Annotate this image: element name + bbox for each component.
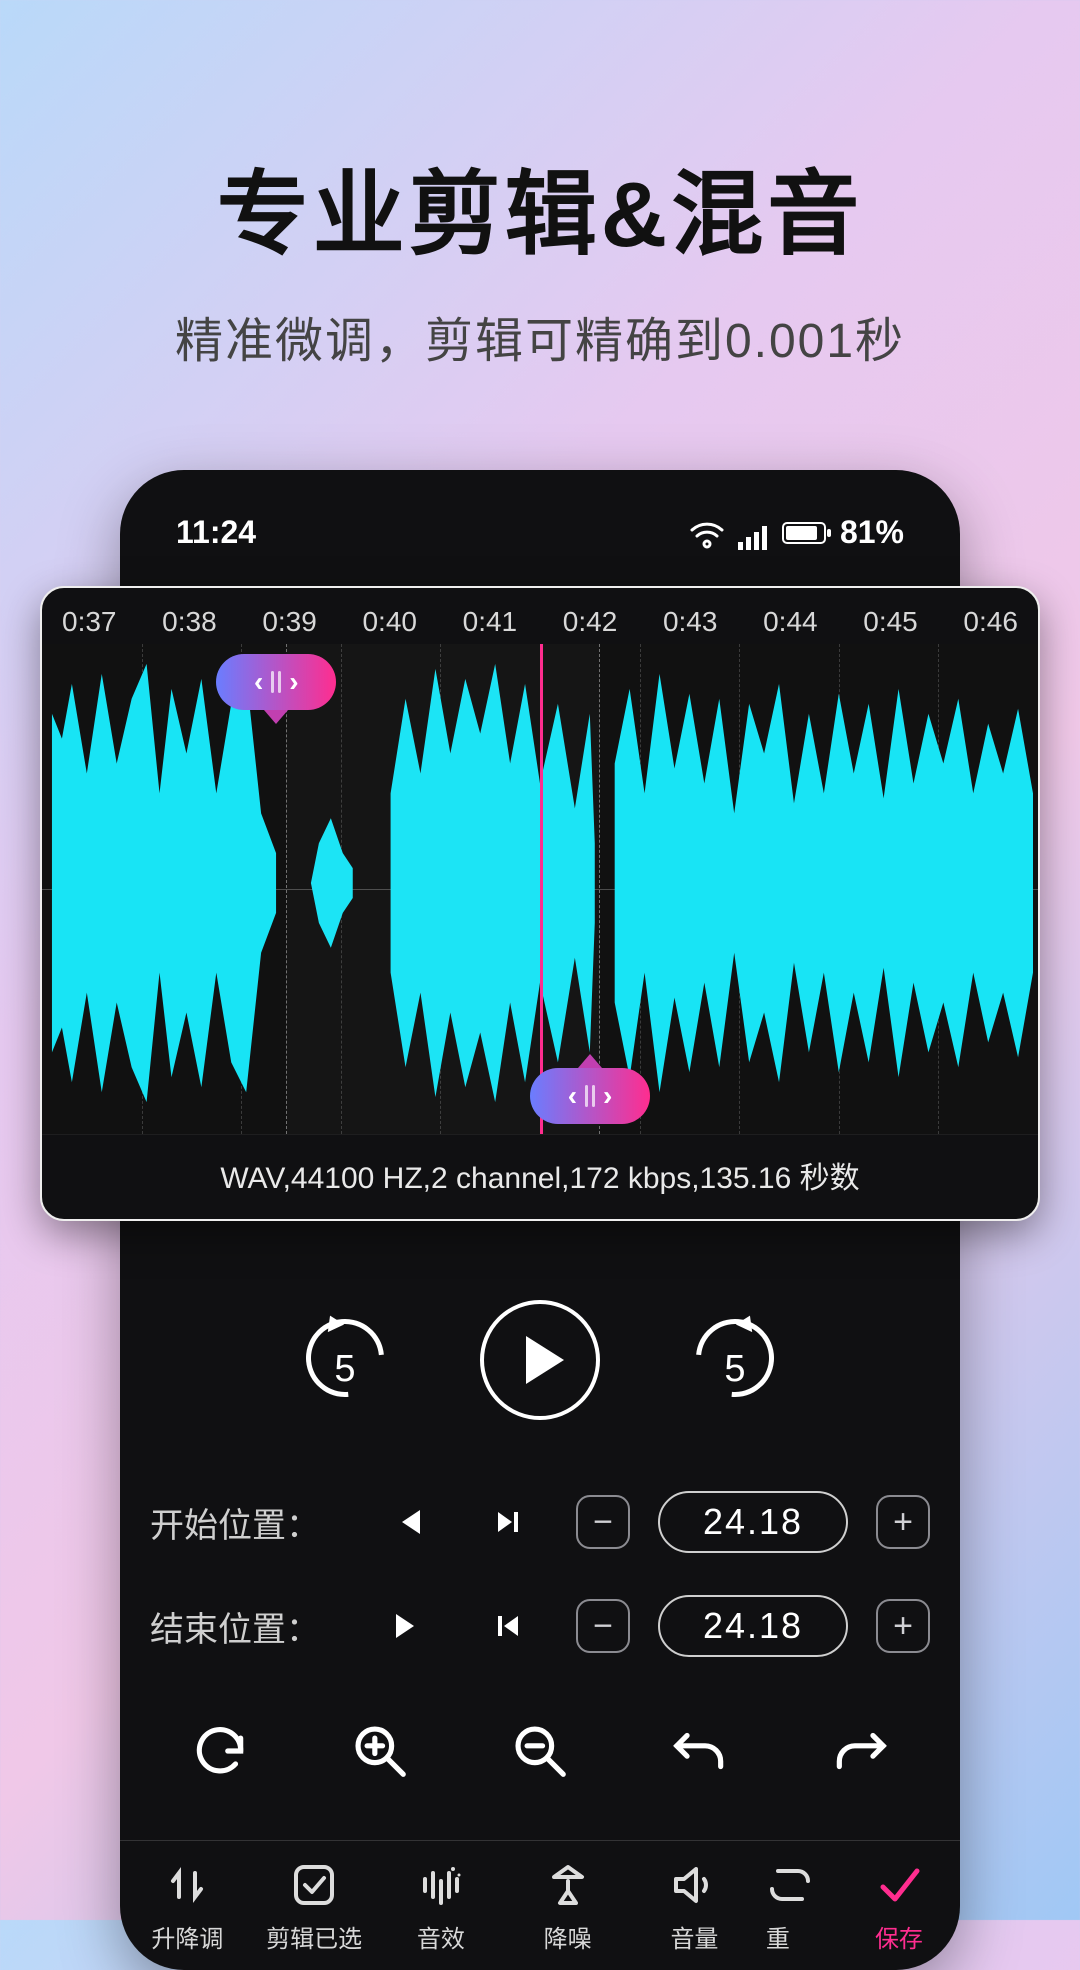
chevron-right-icon: ›	[281, 666, 306, 698]
end-position-row: 结束位置： − 24.18 +	[150, 1574, 930, 1678]
playhead[interactable]	[540, 644, 543, 1134]
zoom-out-icon[interactable]	[509, 1720, 571, 1782]
tab-save[interactable]: 保存	[842, 1861, 956, 1954]
start-increment-button[interactable]: +	[876, 1495, 930, 1549]
time-tick: 0:39	[262, 606, 317, 638]
rewind-5-button[interactable]: 5	[300, 1315, 390, 1405]
selection-start-handle[interactable]: ‹ ›	[216, 654, 336, 710]
time-tick: 0:44	[763, 606, 818, 638]
time-tick: 0:45	[863, 606, 918, 638]
end-position-value[interactable]: 24.18	[658, 1595, 848, 1657]
reset-zoom-icon[interactable]	[189, 1720, 251, 1782]
chevron-right-icon: ›	[595, 1080, 620, 1112]
waveform-panel: 0:37 0:38 0:39 0:40 0:41 0:42 0:43 0:44 …	[40, 586, 1040, 1221]
tab-label: 音量	[670, 1919, 718, 1954]
tab-label: 保存	[875, 1919, 923, 1954]
edit-tools-row	[120, 1720, 960, 1782]
start-decrement-button[interactable]: −	[576, 1495, 630, 1549]
play-button[interactable]	[480, 1300, 600, 1420]
check-icon	[875, 1861, 923, 1909]
tab-volume[interactable]: 音量	[631, 1861, 758, 1954]
battery-icon	[782, 522, 826, 544]
tab-repeat-partial[interactable]: 重	[758, 1861, 842, 1954]
tab-trim-selected[interactable]: 剪辑已选	[251, 1861, 378, 1954]
zoom-in-icon[interactable]	[349, 1720, 411, 1782]
tab-label: 降噪	[544, 1919, 592, 1954]
tab-denoise[interactable]: 降噪	[504, 1861, 631, 1954]
time-ruler: 0:37 0:38 0:39 0:40 0:41 0:42 0:43 0:44 …	[42, 588, 1038, 644]
time-tick: 0:42	[563, 606, 618, 638]
end-increment-button[interactable]: +	[876, 1599, 930, 1653]
time-tick: 0:37	[62, 606, 117, 638]
promo-subtitle: 精准微调，剪辑可精确到0.001秒	[175, 301, 905, 371]
volume-icon	[670, 1861, 718, 1909]
time-tick: 0:41	[463, 606, 518, 638]
jump-to-start-icon[interactable]	[388, 1502, 428, 1542]
signal-icon	[738, 521, 768, 545]
nudge-end-left-icon[interactable]	[488, 1606, 528, 1646]
undo-icon[interactable]	[669, 1720, 731, 1782]
time-tick: 0:40	[362, 606, 417, 638]
forward-5-button[interactable]: 5	[690, 1315, 780, 1405]
nudge-start-right-icon[interactable]	[488, 1502, 528, 1542]
tab-label: 重	[766, 1919, 790, 1954]
chevron-left-icon: ‹	[246, 666, 271, 698]
jump-to-end-icon[interactable]	[388, 1606, 428, 1646]
bottom-tab-bar: 升降调 剪辑已选 音效 降噪 音量 重 保存	[120, 1840, 960, 1954]
tab-label: 剪辑已选	[266, 1919, 362, 1954]
status-bar: 11:24 81%	[154, 514, 926, 575]
pitch-icon	[163, 1861, 211, 1909]
check-box-icon	[290, 1861, 338, 1909]
promo-title: 专业剪辑&混音	[217, 140, 863, 273]
tab-pitch[interactable]: 升降调	[124, 1861, 251, 1954]
effects-icon	[417, 1861, 465, 1909]
time-tick: 0:43	[663, 606, 718, 638]
start-position-row: 开始位置： − 24.18 +	[150, 1470, 930, 1574]
time-tick: 0:46	[963, 606, 1018, 638]
tab-label: 音效	[417, 1919, 465, 1954]
denoise-icon	[544, 1861, 592, 1909]
chevron-left-icon: ‹	[560, 1080, 585, 1112]
status-time: 11:24	[176, 514, 256, 551]
end-position-label: 结束位置：	[150, 1602, 340, 1651]
repeat-icon	[766, 1861, 814, 1909]
play-icon	[526, 1336, 564, 1384]
end-decrement-button[interactable]: −	[576, 1599, 630, 1653]
waveform-area[interactable]: ‹ › ‹ ›	[42, 644, 1038, 1134]
start-position-value[interactable]: 24.18	[658, 1491, 848, 1553]
phone-frame: 11:24 81% 0:37 0:38 0:39 0:40 0:41 0:42 …	[120, 470, 960, 1970]
tab-label: 升降调	[151, 1919, 223, 1954]
time-tick: 0:38	[162, 606, 217, 638]
selection-range[interactable]	[286, 644, 600, 1134]
battery-percent: 81%	[840, 514, 904, 551]
tab-effects[interactable]: 音效	[378, 1861, 505, 1954]
start-position-label: 开始位置：	[150, 1498, 340, 1547]
playback-controls: 5 5	[120, 1300, 960, 1420]
audio-info: WAV,44100 HZ,2 channel,172 kbps,135.16 秒…	[42, 1134, 1038, 1219]
selection-end-handle[interactable]: ‹ ›	[530, 1068, 650, 1124]
wifi-icon	[690, 520, 724, 546]
redo-icon[interactable]	[829, 1720, 891, 1782]
